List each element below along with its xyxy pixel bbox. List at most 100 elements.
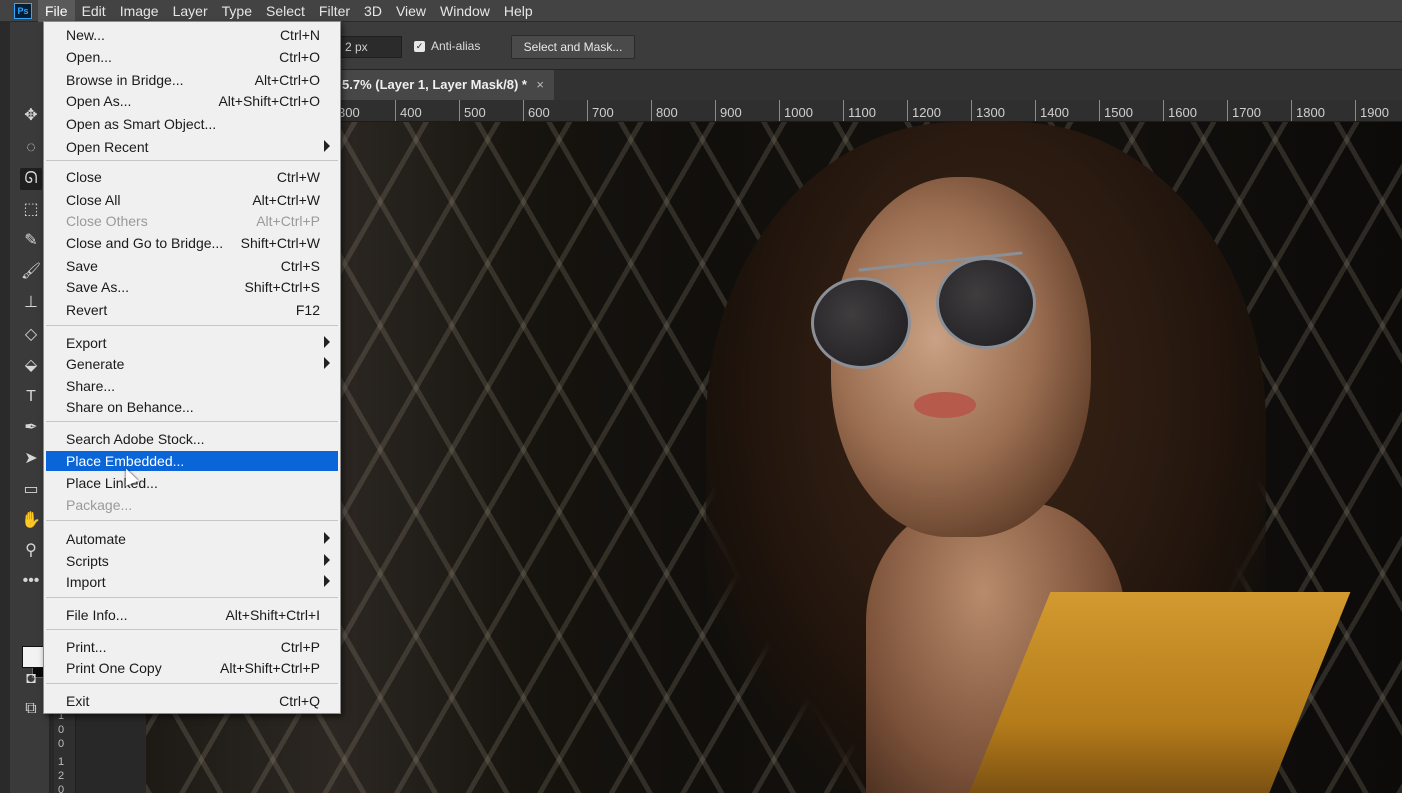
menu-item-import[interactable]: Import xyxy=(46,572,338,592)
submenu-arrow-icon xyxy=(324,554,330,566)
ruler-tick: 1200 xyxy=(912,105,941,120)
menu-help[interactable]: Help xyxy=(497,0,540,22)
vruler-digit: 2 xyxy=(58,770,65,782)
menu-item-print-one-copy[interactable]: Print One Copy Alt+Shift+Ctrl+P xyxy=(46,658,338,678)
menu-image[interactable]: Image xyxy=(113,0,166,22)
lasso-icon[interactable]: ᘏ xyxy=(20,168,42,190)
menu-window[interactable]: Window xyxy=(433,0,497,22)
submenu-arrow-icon xyxy=(324,140,330,152)
file-menu-dropdown: New... Ctrl+N Open... Ctrl+O Browse in Bri… xyxy=(43,21,341,714)
antialias-checkbox[interactable]: ✓ xyxy=(414,41,425,52)
ruler-tick: 1100 xyxy=(848,105,876,120)
menu-separator xyxy=(46,160,338,161)
submenu-arrow-icon xyxy=(324,532,330,544)
menu-bar: Ps File Edit Image Layer Type Select Fil… xyxy=(0,0,1402,22)
menu-file[interactable]: File xyxy=(38,0,75,22)
menu-item-open-as[interactable]: Open As... Alt+Shift+Ctrl+O xyxy=(46,91,338,111)
menu-item-close-others: Close Others Alt+Ctrl+P xyxy=(66,213,320,229)
ruler-tick: 1800 xyxy=(1296,105,1325,120)
submenu-arrow-icon xyxy=(324,575,330,587)
menu-item-open-recent[interactable]: Open Recent xyxy=(46,137,338,157)
menu-item-place-linked[interactable]: Place Linked... xyxy=(46,473,338,493)
menu-item-browse-in-bridge[interactable]: Browse in Bridge... Alt+Ctrl+O xyxy=(46,70,338,90)
menu-edit[interactable]: Edit xyxy=(75,0,113,22)
menu-item-export[interactable]: Export xyxy=(46,333,338,353)
menu-separator xyxy=(46,629,338,630)
zoom-icon[interactable]: ⚲ xyxy=(20,540,42,562)
foreground-color-swatch[interactable] xyxy=(22,646,44,668)
ruler-tick: 1300 xyxy=(976,105,1005,120)
menu-item-open[interactable]: Open... Ctrl+O xyxy=(46,47,338,67)
menu-3d[interactable]: 3D xyxy=(357,0,389,22)
menu-type[interactable]: Type xyxy=(215,0,259,22)
vruler-digit: 0 xyxy=(58,724,65,736)
menu-item-file-info[interactable]: File Info... Alt+Shift+Ctrl+I xyxy=(46,605,338,625)
ruler-tick: 1700 xyxy=(1232,105,1261,120)
menu-item-generate[interactable]: Generate xyxy=(46,354,338,374)
brush-icon[interactable]: 🖌 xyxy=(20,261,42,283)
menu-item-close-and-go-to-bridge[interactable]: Close and Go to Bridge... Shift+Ctrl+W xyxy=(46,233,338,253)
menu-filter[interactable]: Filter xyxy=(312,0,357,22)
menu-layer[interactable]: Layer xyxy=(166,0,215,22)
eyedropper-icon[interactable]: ✎ xyxy=(20,230,42,252)
menu-item-save[interactable]: Save Ctrl+S xyxy=(46,256,338,276)
document-tab[interactable]: 5.7% (Layer 1, Layer Mask/8) * × xyxy=(338,70,554,100)
pen-icon[interactable]: ✒ xyxy=(20,417,42,439)
menu-item-place-embedded[interactable]: Place Embedded... xyxy=(46,451,338,471)
menu-view[interactable]: View xyxy=(389,0,433,22)
menu-item-close-all[interactable]: Close All Alt+Ctrl+W xyxy=(46,190,338,210)
type-icon[interactable]: T xyxy=(20,386,42,408)
menu-separator xyxy=(46,597,338,598)
ruler-tick: 1400 xyxy=(1040,105,1069,120)
ruler-tick: 800 xyxy=(656,105,678,120)
paint-bucket-icon[interactable]: ⬙ xyxy=(20,355,42,377)
ruler-tick: 1000 xyxy=(784,105,813,120)
hand-icon[interactable]: ✋ xyxy=(20,510,42,532)
menu-item-exit[interactable]: Exit Ctrl+Q xyxy=(46,691,338,711)
ruler-tick: 1600 xyxy=(1168,105,1197,120)
vruler-digit: 0 xyxy=(58,738,65,750)
path-select-icon[interactable]: ➤ xyxy=(20,448,42,470)
photo-lips xyxy=(914,392,976,418)
menu-select[interactable]: Select xyxy=(259,0,312,22)
antialias-label: Anti-alias xyxy=(431,39,481,53)
menu-item-package: Package... xyxy=(66,497,133,513)
menu-separator xyxy=(46,683,338,684)
menu-item-share-on-behance[interactable]: Share on Behance... xyxy=(46,397,338,417)
stamp-icon[interactable]: ⊥ xyxy=(20,292,42,314)
menu-item-scripts[interactable]: Scripts xyxy=(46,551,338,571)
menu-item-revert[interactable]: Revert F12 xyxy=(46,300,338,320)
photoshop-logo-icon: Ps xyxy=(14,2,32,19)
eraser-icon[interactable]: ◇ xyxy=(20,324,42,346)
marquee-icon[interactable]: ◌ xyxy=(20,137,42,159)
left-edge xyxy=(0,22,10,793)
menu-item-open-as-smart-object[interactable]: Open as Smart Object... xyxy=(46,114,338,134)
submenu-arrow-icon xyxy=(324,357,330,369)
menu-item-print[interactable]: Print... Ctrl+P xyxy=(46,637,338,657)
feather-input[interactable]: 2 px xyxy=(338,36,402,58)
menu-item-save-as[interactable]: Save As... Shift+Ctrl+S xyxy=(46,277,338,297)
select-and-mask-button[interactable]: Select and Mask... xyxy=(511,35,635,59)
object-select-icon[interactable]: ⬚ xyxy=(20,199,42,221)
ruler-tick: 500 xyxy=(464,105,486,120)
close-tab-icon[interactable]: × xyxy=(536,70,544,100)
ruler-tick: 1900 xyxy=(1360,105,1389,120)
menu-item-new[interactable]: New... Ctrl+N xyxy=(46,25,338,45)
ruler-tick: 300 xyxy=(338,105,360,120)
menu-item-search-adobe-stock[interactable]: Search Adobe Stock... xyxy=(46,429,338,449)
menu-separator xyxy=(46,421,338,422)
quick-mask-icon[interactable]: ◘ xyxy=(20,668,42,690)
ruler-tick: 1500 xyxy=(1104,105,1133,120)
horizontal-ruler: 300 400 500 600 700 800 900 1000 1100 12… xyxy=(338,100,1402,122)
sunglasses-right-lens xyxy=(936,257,1036,349)
ruler-tick: 700 xyxy=(592,105,614,120)
rectangle-icon[interactable]: ▭ xyxy=(20,479,42,501)
more-tools-icon[interactable]: ••• xyxy=(20,570,42,592)
menu-item-share[interactable]: Share... xyxy=(46,376,338,396)
vruler-digit: 1 xyxy=(58,756,65,768)
ruler-tick: 900 xyxy=(720,105,742,120)
menu-item-close[interactable]: Close Ctrl+W xyxy=(46,167,338,187)
screen-mode-icon[interactable]: ⧉ xyxy=(20,698,42,720)
menu-item-automate[interactable]: Automate xyxy=(46,529,338,549)
move-icon[interactable]: ✥ xyxy=(20,105,42,127)
